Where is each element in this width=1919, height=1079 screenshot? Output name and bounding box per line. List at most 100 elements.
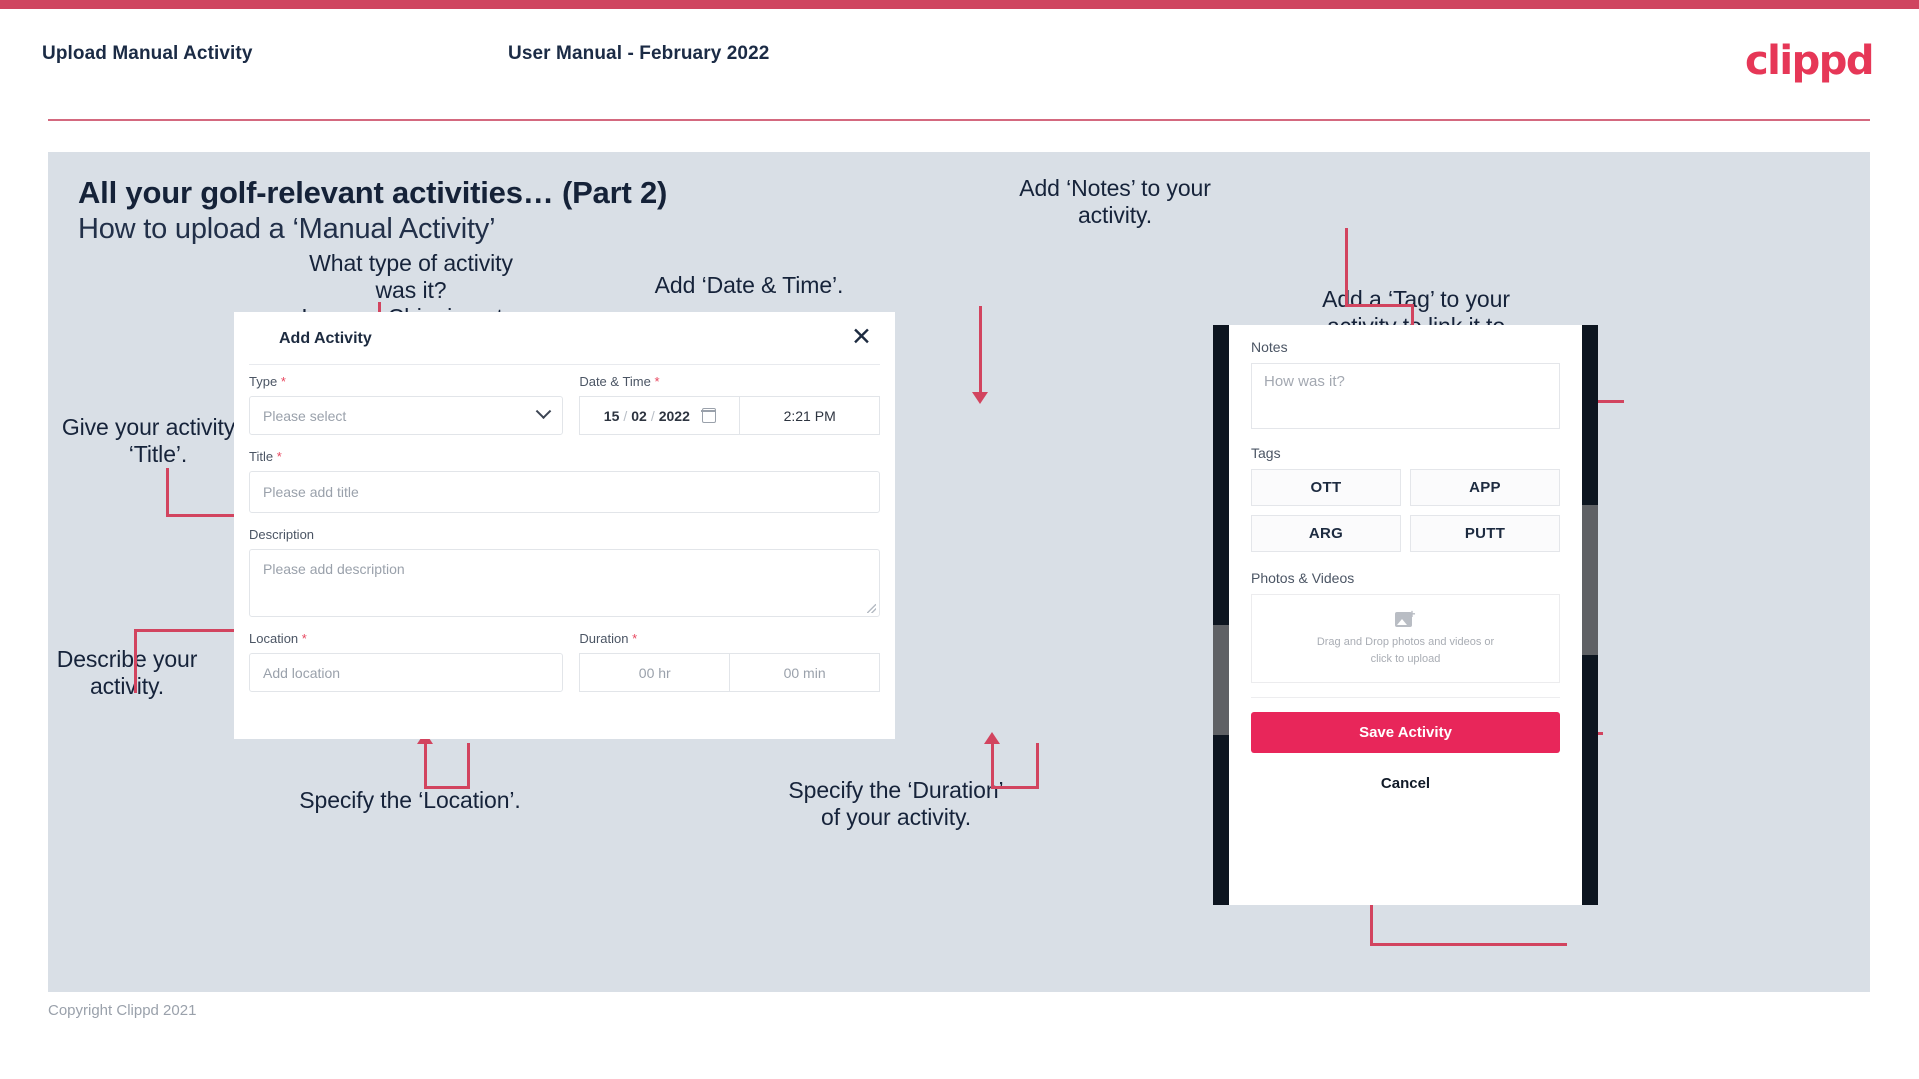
phone-screen: Notes How was it? Tags OTT APP ARG PUTT … xyxy=(1229,325,1582,905)
notes-label: Notes xyxy=(1251,339,1288,355)
image-add-icon: + xyxy=(1394,607,1417,628)
connector-loc-v1 xyxy=(467,743,470,789)
upload-line-2: click to upload xyxy=(1370,652,1441,665)
upload-dropzone[interactable]: + Drag and Drop photos and videos or cli… xyxy=(1251,594,1560,683)
type-label-text: Type xyxy=(249,374,278,389)
tags-grid: OTT APP ARG PUTT xyxy=(1251,469,1560,552)
annotation-location: Specify the ‘Location’. xyxy=(299,787,521,813)
description-textarea[interactable]: Please add description xyxy=(249,549,880,617)
location-label: Location * xyxy=(249,631,563,646)
modal-divider xyxy=(249,364,880,365)
page-title: Upload Manual Activity xyxy=(42,43,253,64)
modal-body: Type * Please select Date & Time * 15 / … xyxy=(234,374,895,706)
save-activity-button[interactable]: Save Activity xyxy=(1251,712,1560,753)
connector-dur-arrow xyxy=(984,732,1000,744)
image-add-icon-plus: + xyxy=(1408,607,1416,621)
title-required-mark: * xyxy=(276,449,282,464)
row-location-duration: Location * Add location Duration * 00 hr… xyxy=(234,631,895,692)
type-label: Type * xyxy=(249,374,563,389)
duration-label-text: Duration xyxy=(579,631,629,646)
tag-putt[interactable]: PUTT xyxy=(1410,515,1560,552)
date-year: 2022 xyxy=(658,407,690,424)
annotation-datetime: Add ‘Date & Time’. xyxy=(654,272,844,298)
title-label: Title * xyxy=(249,449,880,464)
add-activity-modal: Add Activity ✕ Type * Please select Date… xyxy=(234,312,895,739)
duration-group: 00 hr 00 min xyxy=(579,653,881,692)
row-description: Description Please add description xyxy=(234,527,895,617)
title-label-text: Title xyxy=(249,449,274,464)
field-duration: Duration * 00 hr 00 min xyxy=(579,631,881,692)
date-sep-2: / xyxy=(650,407,655,424)
annotation-notes: Add ‘Notes’ to your activity. xyxy=(1019,175,1211,229)
upload-line-1: Drag and Drop photos and videos or xyxy=(1316,636,1495,648)
connector-datetime-v xyxy=(979,306,982,394)
annotation-duration: Specify the ‘Duration’ of your activity. xyxy=(788,777,1004,831)
duration-label: Duration * xyxy=(579,631,880,646)
tags-label: Tags xyxy=(1251,445,1281,461)
phone-bezel-right xyxy=(1582,325,1598,905)
phone-mockup: Notes How was it? Tags OTT APP ARG PUTT … xyxy=(1213,325,1598,905)
modal-title: Add Activity xyxy=(279,330,372,347)
phone-antenna-left xyxy=(1213,625,1229,735)
notes-input[interactable]: How was it? xyxy=(1251,363,1560,429)
type-placeholder: Please select xyxy=(263,407,347,424)
top-accent-stripe xyxy=(0,0,1919,9)
tag-app[interactable]: APP xyxy=(1410,469,1560,506)
slide-subtitle: How to upload a ‘Manual Activity’ xyxy=(78,213,496,245)
connector-loc-v2 xyxy=(424,743,427,788)
field-type: Type * Please select xyxy=(249,374,564,435)
date-sep-1: / xyxy=(623,407,628,424)
duration-hours-input[interactable]: 00 hr xyxy=(579,653,731,692)
title-input[interactable]: Please add title xyxy=(249,471,880,513)
datetime-label: Date & Time * xyxy=(579,374,880,389)
footer-copyright: Copyright Clippd 2021 xyxy=(48,1002,197,1019)
phone-divider xyxy=(1251,697,1560,698)
annotation-description: Describe your activity. xyxy=(56,646,198,700)
tag-arg[interactable]: ARG xyxy=(1251,515,1401,552)
modal-header: Add Activity ✕ xyxy=(234,312,895,364)
tag-ott[interactable]: OTT xyxy=(1251,469,1401,506)
location-input[interactable]: Add location xyxy=(249,653,564,692)
description-label-text: Description xyxy=(249,527,315,542)
field-description: Description Please add description xyxy=(249,527,880,617)
date-input[interactable]: 15 / 02 / 2022 xyxy=(579,396,740,435)
date-day: 15 xyxy=(603,407,620,424)
location-required-mark: * xyxy=(301,631,307,646)
connector-save-h xyxy=(1370,943,1567,946)
location-label-text: Location xyxy=(249,631,299,646)
photos-videos-label: Photos & Videos xyxy=(1251,570,1355,586)
upload-instructions: Drag and Drop photos and videos or click… xyxy=(1317,634,1494,667)
duration-minutes-input[interactable]: 00 min xyxy=(730,653,881,692)
connector-dur-v1 xyxy=(1036,743,1039,789)
connector-title-v xyxy=(166,468,169,516)
connector-notes-v1 xyxy=(1345,228,1348,306)
close-icon[interactable]: ✕ xyxy=(851,324,872,349)
header-subtitle: User Manual - February 2022 xyxy=(508,43,770,64)
field-datetime: Date & Time * 15 / 02 / 2022 2:21 PM xyxy=(579,374,880,435)
date-month: 02 xyxy=(631,407,647,424)
slide-title: All your golf-relevant activities… (Part… xyxy=(78,175,668,210)
connector-notes-h xyxy=(1345,304,1413,307)
cancel-button[interactable]: Cancel xyxy=(1251,775,1560,792)
type-select[interactable]: Please select xyxy=(249,396,564,435)
datetime-label-text: Date & Time xyxy=(579,374,651,389)
row-title: Title * Please add title xyxy=(234,449,895,513)
chevron-down-icon xyxy=(536,403,552,420)
header-divider xyxy=(48,119,1870,121)
connector-loc-h xyxy=(424,786,470,789)
phone-antenna-right xyxy=(1582,505,1598,655)
connector-datetime-arrow xyxy=(972,392,988,404)
duration-required-mark: * xyxy=(632,631,638,646)
field-location: Location * Add location xyxy=(249,631,564,692)
connector-dur-v2 xyxy=(991,743,994,788)
datetime-group: 15 / 02 / 2022 2:21 PM xyxy=(579,396,880,435)
time-input[interactable]: 2:21 PM xyxy=(739,396,880,435)
type-required-mark: * xyxy=(280,374,286,389)
connector-desc-v xyxy=(134,629,137,693)
connector-dur-h xyxy=(991,786,1039,789)
field-title: Title * Please add title xyxy=(249,449,880,513)
phone-bezel-left xyxy=(1213,325,1229,905)
datetime-required-mark: * xyxy=(654,374,660,389)
calendar-icon[interactable] xyxy=(701,408,717,423)
slide-page: Upload Manual Activity User Manual - Feb… xyxy=(0,0,1919,1079)
